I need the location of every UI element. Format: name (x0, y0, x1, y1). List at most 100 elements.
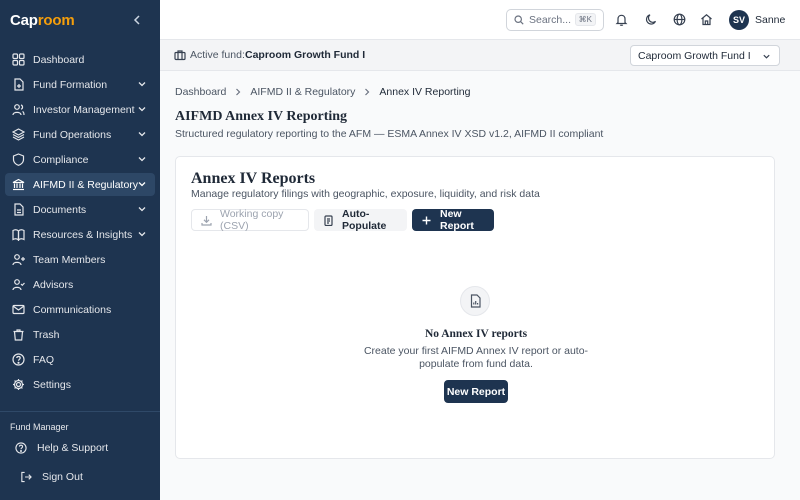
sidebar-item-label: Settings (33, 378, 71, 391)
grid-icon (12, 53, 25, 66)
help-support-link[interactable]: Help & Support (15, 442, 108, 454)
sidebar-item-label: Resources & Insights (33, 228, 133, 241)
download-icon (201, 215, 212, 226)
working-copy-csv-button[interactable]: Working copy (CSV) (191, 208, 309, 232)
mail-icon (12, 303, 25, 316)
document-icon (12, 203, 25, 216)
auto-populate-button[interactable]: Auto-Populate (314, 208, 407, 232)
book-icon (12, 228, 25, 241)
sidebar-item-resources-insights[interactable]: Resources & Insights (5, 223, 155, 246)
sidebar-item-settings[interactable]: Settings (5, 373, 155, 396)
help-support-label: Help & Support (37, 442, 109, 454)
breadcrumb-aifmd-regulatory[interactable]: AIFMD II & Regulatory (250, 86, 355, 98)
active-fund-name: Caproom Growth Fund I (245, 49, 366, 61)
clipboard-icon (323, 214, 334, 226)
empty-state-description: Create your first AIFMD Annex IV report … (363, 345, 589, 370)
empty-state-file-icon (460, 286, 490, 316)
main-content: Dashboard AIFMD II & Regulatory Annex IV… (160, 71, 800, 500)
sidebar-item-label: Advisors (33, 278, 74, 291)
sidebar-item-compliance[interactable]: Compliance (5, 148, 155, 171)
sidebar-item-trash[interactable]: Trash (5, 323, 155, 346)
active-fund-label: Active fund: (190, 49, 245, 61)
sidebar-item-aifmd-regulatory[interactable]: AIFMD II & Regulatory (5, 173, 155, 196)
breadcrumb-current: Annex IV Reporting (379, 86, 471, 98)
fund-select-value: Caproom Growth Fund I (638, 49, 751, 62)
sidebar: Caproom Dashboard Fund Formation Investo… (0, 0, 160, 500)
sidebar-item-advisors[interactable]: Advisors (5, 273, 155, 296)
user-check-icon (12, 278, 25, 291)
globe-icon[interactable] (673, 13, 686, 26)
top-bar: Search... ⌘K SV Sanne (160, 0, 800, 40)
collapse-sidebar-icon[interactable] (130, 12, 144, 28)
breadcrumb: Dashboard AIFMD II & Regulatory Annex IV… (175, 86, 470, 98)
sidebar-item-team-members[interactable]: Team Members (5, 248, 155, 271)
sign-out-label: Sign Out (42, 471, 83, 483)
sign-out-button[interactable]: Sign Out (20, 471, 83, 483)
sidebar-item-label: Trash (33, 328, 60, 341)
chevron-down-icon (137, 104, 147, 114)
chevron-down-icon (137, 129, 147, 139)
annex-iv-reports-card: Annex IV Reports Manage regulatory filin… (175, 156, 775, 459)
chevron-down-icon (137, 179, 147, 189)
app-logo[interactable]: Caproom (10, 12, 75, 29)
sidebar-item-documents[interactable]: Documents (5, 198, 155, 221)
sidebar-item-label: Communications (33, 303, 112, 316)
search-placeholder: Search... (529, 14, 572, 26)
users-icon (12, 103, 25, 116)
empty-state-new-report-button[interactable]: New Report (444, 380, 508, 403)
sidebar-item-investor-management[interactable]: Investor Management (5, 98, 155, 121)
briefcase-icon (174, 49, 186, 61)
user-plus-icon (12, 253, 25, 266)
plus-icon (421, 215, 432, 226)
sidebar-item-label: Fund Formation (33, 78, 108, 91)
sidebar-item-label: FAQ (33, 353, 55, 366)
search-icon (514, 15, 524, 25)
username[interactable]: Sanne (755, 14, 785, 26)
sidebar-item-label: Team Members (33, 253, 106, 266)
search-shortcut: ⌘K (574, 13, 596, 26)
sidebar-item-label: Documents (33, 203, 87, 216)
trash-icon (12, 328, 25, 341)
chevron-down-icon (762, 52, 771, 61)
breadcrumb-dashboard[interactable]: Dashboard (175, 86, 226, 98)
sidebar-item-label: AIFMD II & Regulatory (33, 178, 139, 191)
help-circle-icon (12, 353, 25, 366)
active-fund-bar: Active fund: Caproom Growth Fund I Capro… (160, 40, 800, 71)
file-plus-icon (12, 78, 25, 91)
sidebar-nav: Dashboard Fund Formation Investor Manage… (5, 48, 155, 398)
chevron-down-icon (137, 204, 147, 214)
sidebar-divider (0, 411, 160, 412)
sidebar-item-faq[interactable]: FAQ (5, 348, 155, 371)
card-title: Annex IV Reports (191, 170, 316, 187)
avatar[interactable]: SV (729, 10, 749, 30)
sidebar-item-label: Compliance (33, 153, 89, 166)
fund-select[interactable]: Caproom Growth Fund I (630, 45, 780, 66)
sidebar-item-fund-operations[interactable]: Fund Operations (5, 123, 155, 146)
sidebar-item-fund-formation[interactable]: Fund Formation (5, 73, 155, 96)
sidebar-item-communications[interactable]: Communications (5, 298, 155, 321)
gear-icon (12, 378, 25, 391)
log-out-icon (20, 471, 32, 483)
chevron-right-icon (363, 88, 371, 96)
layers-icon (12, 128, 25, 141)
page-subtitle: Structured regulatory reporting to the A… (175, 128, 604, 140)
auto-populate-label: Auto-Populate (342, 208, 387, 232)
bank-icon (12, 178, 25, 191)
chevron-down-icon (137, 79, 147, 89)
chevron-down-icon (137, 154, 147, 164)
working-copy-csv-label: Working copy (CSV) (220, 208, 284, 232)
help-circle-icon (15, 442, 27, 454)
home-icon[interactable] (700, 13, 713, 26)
card-subtitle: Manage regulatory filings with geographi… (191, 188, 540, 200)
new-report-label: New Report (440, 208, 474, 232)
chevron-right-icon (234, 88, 242, 96)
bell-icon[interactable] (615, 13, 628, 26)
new-report-button[interactable]: New Report (412, 208, 494, 232)
page-title: AIFMD Annex IV Reporting (175, 109, 348, 124)
search-input[interactable]: Search... ⌘K (506, 9, 604, 31)
chevron-down-icon (137, 229, 147, 239)
moon-icon[interactable] (645, 13, 658, 26)
sidebar-item-dashboard[interactable]: Dashboard (5, 48, 155, 71)
empty-state-title: No Annex IV reports (424, 328, 528, 340)
user-role: Fund Manager (10, 422, 69, 432)
